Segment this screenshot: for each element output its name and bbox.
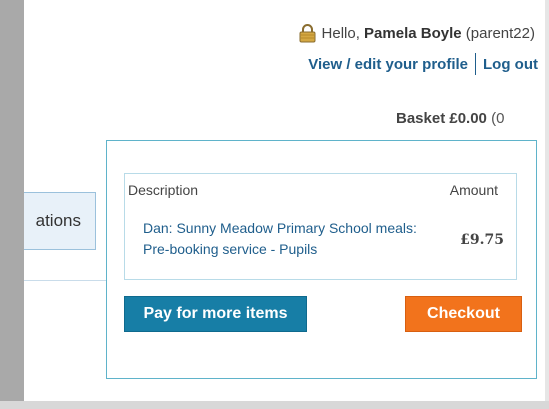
column-header-amount: Amount xyxy=(449,182,498,198)
basket-items-table: Description Amount Dan: Sunny Meadow Pri… xyxy=(124,173,517,280)
basket-count: (0 xyxy=(491,110,505,127)
nav-tab-label: ations xyxy=(35,211,81,230)
checkout-button[interactable]: Checkout xyxy=(405,296,522,332)
padlock-icon xyxy=(299,24,316,43)
basket-popup: Description Amount Dan: Sunny Meadow Pri… xyxy=(106,140,537,379)
greeting-prefix: Hello, xyxy=(321,25,365,42)
pay-for-more-items-button[interactable]: Pay for more items xyxy=(124,296,307,332)
basket-item-description[interactable]: Dan: Sunny Meadow Primary School meals: … xyxy=(143,218,423,260)
right-edge xyxy=(545,0,549,409)
view-edit-profile-link[interactable]: View / edit your profile xyxy=(308,56,468,73)
username: (parent22) xyxy=(465,25,535,42)
basket-total: Basket £0.00 xyxy=(396,110,487,127)
link-separator xyxy=(475,53,477,75)
nav-divider xyxy=(24,280,108,281)
logout-link[interactable]: Log out xyxy=(483,56,538,73)
column-header-description: Description xyxy=(128,182,199,198)
profile-links: View / edit your profile Log out xyxy=(308,53,538,75)
user-name: Pamela Boyle xyxy=(364,25,462,42)
basket-summary[interactable]: Basket £0.00 (0 xyxy=(396,110,504,127)
left-gutter xyxy=(0,0,24,409)
nav-tab-partial[interactable]: ations xyxy=(24,192,96,250)
basket-item-amount: £9.75 xyxy=(460,232,504,248)
bottom-gutter xyxy=(0,401,549,409)
user-greeting: Hello, Pamela Boyle (parent22) xyxy=(299,24,535,43)
